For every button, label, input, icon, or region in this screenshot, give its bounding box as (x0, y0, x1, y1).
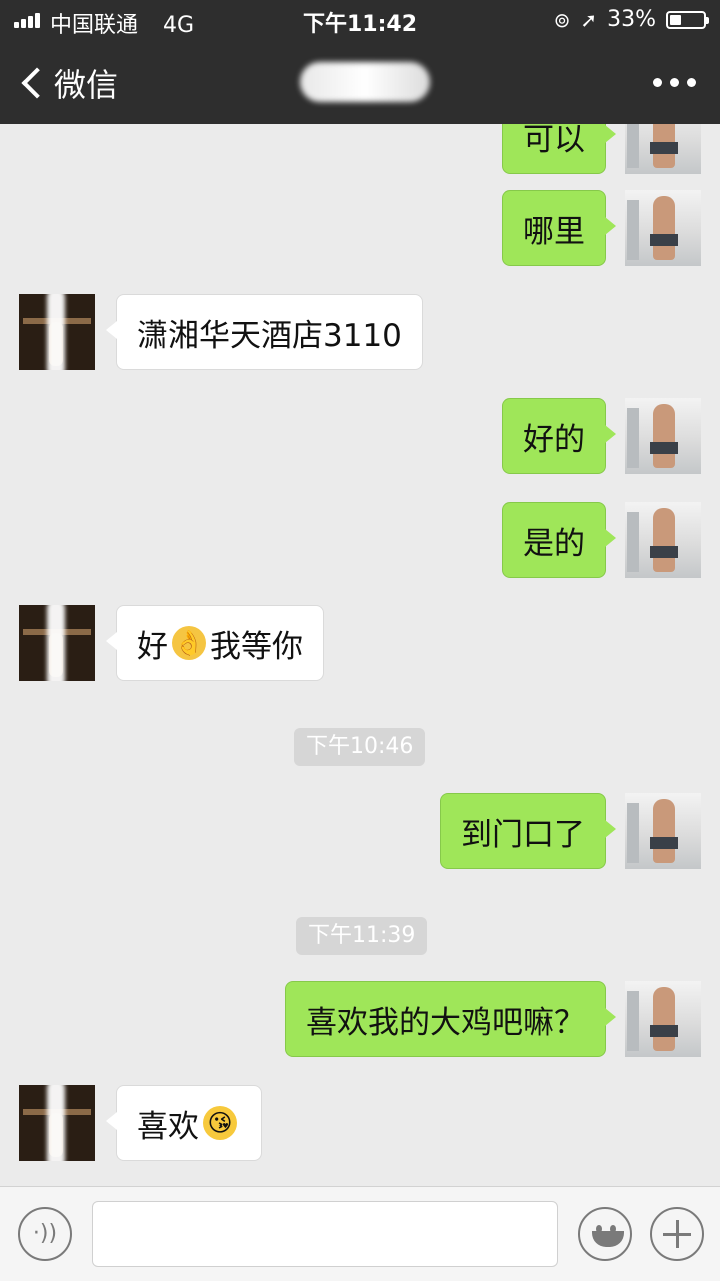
smiley-icon[interactable] (578, 1207, 632, 1261)
message-bubble-self[interactable]: 可以 (502, 124, 616, 174)
avatar-self[interactable] (625, 502, 701, 578)
back-label: 微信 (54, 66, 119, 104)
message-bubble-contact[interactable]: 喜欢 😘 (106, 1085, 262, 1161)
ok-hand-emoji-icon: 👌 (172, 626, 206, 660)
avatar-self[interactable] (625, 124, 701, 174)
message-bubble-self[interactable]: 好的 (502, 398, 616, 474)
message-bubble-self[interactable]: 是的 (502, 502, 616, 578)
avatar-contact[interactable] (19, 1085, 95, 1161)
kissing-face-emoji-icon: 😘 (203, 1106, 237, 1140)
avatar-self[interactable] (625, 793, 701, 869)
chat-title-redacted (300, 62, 430, 102)
message-bubble-contact[interactable]: 潇湘华天酒店3110 (106, 294, 423, 370)
avatar-self[interactable] (625, 190, 701, 266)
message-text: 我等你 (210, 628, 303, 665)
status-right: ⊚ ➚ 33% (553, 7, 709, 32)
top-bar: 中国联通 4G 下午11:42 ⊚ ➚ 33% 微信 (0, 0, 720, 124)
chevron-left-icon (21, 67, 53, 99)
avatar-self[interactable] (625, 398, 701, 474)
message-bubble-self[interactable]: 到门口了 (440, 793, 616, 869)
back-button[interactable]: 微信 (18, 60, 118, 106)
message-text: 喜欢 (137, 1108, 199, 1145)
input-bar: ·)) (0, 1186, 720, 1281)
message-bubble-self[interactable]: 哪里 (502, 190, 616, 266)
plus-icon[interactable] (650, 1207, 704, 1261)
location-arrow-icon: ➚ (580, 7, 598, 32)
message-text: 好 (137, 628, 168, 665)
battery-icon (666, 10, 709, 29)
message-bubble-self[interactable]: 喜欢我的大鸡吧嘛？ (285, 981, 616, 1057)
status-bar: 中国联通 4G 下午11:42 ⊚ ➚ 33% (0, 0, 720, 40)
voice-icon[interactable]: ·)) (18, 1207, 72, 1261)
avatar-contact[interactable] (19, 605, 95, 681)
message-bubble-contact[interactable]: 好 👌 我等你 (106, 605, 324, 681)
nav-bar: 微信 (0, 40, 720, 124)
orientation-lock-icon: ⊚ (553, 7, 571, 32)
more-dots-icon[interactable] (653, 78, 696, 87)
avatar-self[interactable] (625, 981, 701, 1057)
timestamp: 下午11:39 (296, 917, 428, 955)
message-input[interactable] (92, 1201, 558, 1267)
chat-area[interactable]: 可以 哪里 潇湘华天酒店3110 好的 是的 好 👌 我等你 下午10:46 到… (0, 124, 720, 1186)
battery-percent: 33% (607, 7, 656, 32)
timestamp: 下午10:46 (294, 728, 426, 766)
avatar-contact[interactable] (19, 294, 95, 370)
